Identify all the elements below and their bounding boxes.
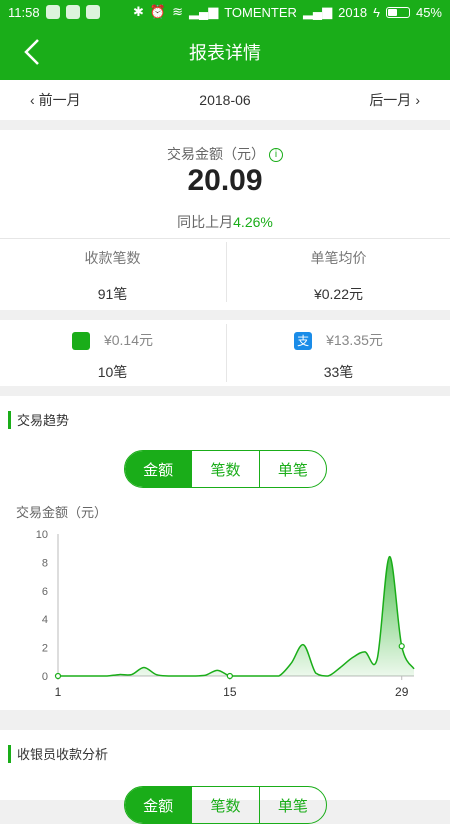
y-tick-label: 4	[42, 614, 48, 626]
y-tick-label: 6	[42, 586, 48, 598]
trend-card: 交易趋势 金额 笔数 单笔 交易金额（元） 0 2 4 6 8 10 1 15 29	[0, 396, 450, 710]
status-year: 2018	[338, 4, 368, 20]
cashier-analysis-card: 收银员收款分析 金额 笔数 单笔	[0, 730, 450, 824]
count-label: 收款笔数	[84, 250, 141, 266]
wechat-count: 10笔	[97, 364, 128, 381]
alipay-count: 33笔	[323, 364, 354, 381]
next-month-label: 后一月	[369, 92, 412, 108]
section-accent-bar	[8, 744, 11, 763]
average-label: 单笔均价	[310, 250, 367, 266]
signal-icon: ▂▄▆	[302, 4, 333, 19]
average-value: ¥0.22元	[313, 286, 364, 302]
y-tick-label: 2	[42, 643, 48, 655]
tab-count[interactable]: 笔数	[192, 451, 260, 487]
data-point	[54, 672, 62, 680]
navigation-bar: 报表详情	[0, 24, 450, 80]
alipay-icon: 支	[294, 332, 313, 351]
y-tick-label: 0	[42, 671, 48, 683]
count-value: 91笔	[97, 286, 128, 302]
average-cell: 单笔均价 ¥0.22元	[226, 248, 450, 304]
wechat-amount: ¥0.14元	[103, 332, 154, 348]
yoy-row: 同比上月4.26%	[0, 212, 450, 232]
amount-label: 交易金额（元）	[167, 146, 265, 162]
month-selector: ‹ 前一月 2018-06 后一月 ›	[0, 80, 450, 120]
tab-average[interactable]: 单笔	[260, 451, 326, 487]
amount-label-row: 交易金额（元） i	[0, 144, 450, 164]
chevron-left-icon: ‹	[30, 92, 35, 108]
wifi-icon: ≋	[172, 4, 183, 19]
alipay-cell: 支 ¥13.35元 33笔	[226, 330, 450, 382]
cashier-title: 收银员收款分析	[17, 747, 109, 762]
y-tick-label: 10	[36, 529, 48, 541]
page-title: 报表详情	[189, 43, 261, 63]
data-point	[398, 643, 405, 650]
trend-section-title: 交易趋势	[8, 410, 69, 429]
next-month-button[interactable]: 后一月 ›	[369, 90, 420, 110]
count-cell: 收款笔数 91笔	[0, 248, 225, 304]
prev-month-label: 前一月	[38, 92, 81, 108]
trend-title: 交易趋势	[17, 413, 70, 428]
chevron-right-icon: ›	[415, 92, 420, 108]
x-tick-label: 15	[223, 685, 237, 699]
total-amount: 20.09	[187, 164, 263, 197]
cashier-tab-amount[interactable]: 金额	[125, 787, 193, 823]
divider	[0, 238, 450, 239]
current-month: 2018-06	[199, 92, 251, 108]
yoy-value: 4.26%	[233, 214, 273, 230]
status-time: 11:58	[8, 4, 40, 20]
x-tick-label: 1	[55, 685, 62, 699]
cashier-tab-count[interactable]: 笔数	[192, 787, 260, 823]
summary-card: 交易金额（元） i 20.09 同比上月4.26% 收款笔数 91笔 单笔均价 ¥…	[0, 130, 450, 310]
battery-percent: 45%	[415, 4, 442, 20]
series-area	[58, 556, 414, 676]
trend-tab-group: 金额 笔数 单笔	[124, 450, 327, 488]
wechat-cell: ¥0.14元 10笔	[0, 330, 225, 382]
battery-icon	[385, 6, 410, 18]
info-icon[interactable]: i	[269, 148, 283, 163]
section-accent-bar	[8, 410, 11, 429]
chart-y-axis-label: 交易金额（元）	[16, 505, 108, 520]
alarm-icon: ⏰	[149, 4, 167, 19]
notification-app-icon	[45, 5, 60, 19]
wechat-icon	[71, 332, 90, 351]
data-point	[226, 672, 233, 680]
x-tick-label: 29	[395, 685, 409, 699]
y-tick-label: 8	[42, 557, 48, 569]
cashier-tab-average[interactable]: 单笔	[260, 787, 326, 823]
back-arrow-icon[interactable]	[18, 36, 50, 68]
signal-icon: ▂▄▆	[189, 4, 219, 19]
status-bar: 11:58 ✱ ⏰ ≋ ▂▄▆ TOMENTER ▂▄▆ 2018 ϟ 45%	[0, 0, 450, 24]
payment-methods-card: ¥0.14元 10笔 支 ¥13.35元 33笔	[0, 320, 450, 386]
notification-app-icon	[65, 5, 80, 19]
trend-chart: 0 2 4 6 8 10 1 15 29	[36, 529, 415, 699]
carrier-name: TOMENTER	[224, 4, 297, 20]
prev-month-button[interactable]: ‹ 前一月	[30, 90, 81, 110]
alipay-amount: ¥13.35元	[326, 332, 383, 348]
charging-icon: ϟ	[373, 4, 380, 20]
cashier-tab-group: 金额 笔数 单笔	[124, 786, 327, 824]
tab-amount[interactable]: 金额	[125, 451, 193, 487]
bluetooth-icon: ✱	[133, 4, 144, 19]
notification-app-icon	[85, 5, 100, 19]
cashier-section-title: 收银员收款分析	[8, 744, 108, 763]
yoy-label: 同比上月	[177, 214, 234, 230]
